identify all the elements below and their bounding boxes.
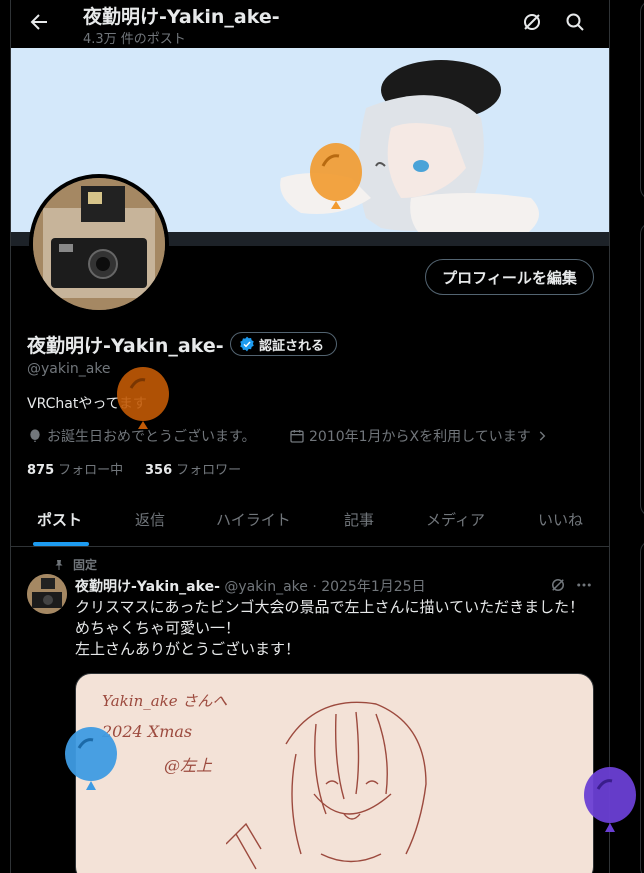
pinned-indicator: 固定 [53,556,97,573]
following-link[interactable]: 875 フォロー中 [27,459,123,478]
tab-likes[interactable]: いいね [538,509,583,530]
edit-profile-button[interactable]: プロフィールを編集 [425,259,594,295]
sidebar-edge [636,0,644,873]
joined-text: 2010年1月からXを利用しています [309,429,531,445]
post-avatar-image [27,574,67,614]
post-image[interactable]: Yakin_ake さんへ 2024 Xmas @左上 [75,673,594,873]
tab-articles[interactable]: 記事 [344,509,374,530]
sidebar-card [640,540,644,873]
balloon-icon [584,767,636,832]
verified-badge-icon [240,336,254,352]
followers-count: 356 [145,463,173,478]
tab-highlights[interactable]: ハイライト [216,509,291,530]
post-avatar[interactable] [27,574,67,614]
following-label: フォロー中 [58,463,124,478]
camera-photo-image [33,178,165,310]
top-bar: 夜勤明け-Yakin_ake- 4.3万 件のポスト [11,0,609,48]
back-arrow-icon[interactable] [27,10,51,34]
post-text: クリスマスにあったビンゴ大会の景品で左上さんに描いていただきました！ めちゃくち… [75,597,584,660]
post-line: めちゃくちゃ可愛い一！ [75,619,241,637]
post-meta[interactable]: @yakin_ake · 2025年1月25日 [224,579,425,595]
tab-replies[interactable]: 返信 [135,509,165,530]
tab-posts[interactable]: ポスト [37,509,82,530]
balloon-icon [65,727,117,790]
grok-icon[interactable] [549,576,567,594]
post-author[interactable]: 夜勤明け-Yakin_ake- [75,579,220,595]
profile-avatar[interactable] [29,174,169,314]
pin-icon [55,559,63,570]
post-header: 夜勤明け-Yakin_ake- @yakin_ake · 2025年1月25日 [75,576,426,596]
followers-label: フォロワー [176,463,242,478]
image-caption-line1: Yakin_ake さんへ [102,692,228,710]
followers-link[interactable]: 356 フォロワー [145,459,241,478]
profile-tabs: ポスト 返信 ハイライト 記事 メディア いいね [11,494,609,547]
balloon-icon [30,429,40,442]
pinned-label: 固定 [73,558,98,572]
header-title: 夜勤明け-Yakin_ake- [83,6,280,28]
get-verified-label: 認証される [259,338,325,354]
image-caption-line3: @左上 [164,756,213,775]
post-line: クリスマスにあったビンゴ大会の景品で左上さんに描いていただきました！ [75,598,585,616]
sketch-illustration [226,701,427,870]
sidebar-card [640,0,644,200]
search-icon[interactable] [563,10,587,34]
more-options-icon[interactable] [575,576,593,594]
profile-name: 夜勤明け-Yakin_ake- [27,335,224,357]
sidebar-card [640,222,644,517]
get-verified-button[interactable]: 認証される [230,332,338,356]
following-count: 875 [27,463,55,478]
calendar-icon [290,430,304,443]
balloon-icon [310,143,362,209]
active-tab-indicator [33,542,89,546]
balloon-icon [117,367,169,429]
tab-media[interactable]: メディア [426,509,485,530]
chevron-right-icon [539,431,546,441]
profile-handle: @yakin_ake [27,361,111,377]
post-count: 4.3万 件のポスト [83,32,186,47]
joined-info[interactable]: 2010年1月からXを利用しています [289,426,549,446]
post-line: 左上さんありがとうございます！ [75,640,301,658]
grok-icon[interactable] [520,10,544,34]
